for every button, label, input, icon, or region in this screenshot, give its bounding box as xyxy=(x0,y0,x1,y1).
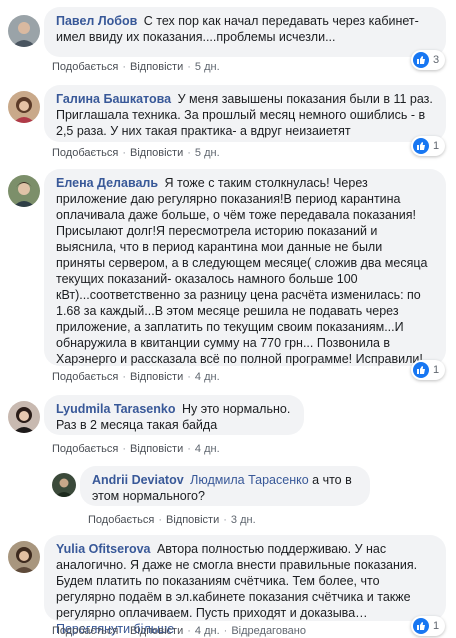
reply-link[interactable]: Відповісти xyxy=(130,147,183,159)
comment-bubble: Елена Делаваль Я тоже с таким столкнулас… xyxy=(44,169,446,366)
reaction-count[interactable]: 1 xyxy=(411,136,446,156)
reply-link[interactable]: Відповісти xyxy=(130,625,183,637)
comment-time[interactable]: 5 дн. xyxy=(195,61,220,73)
avatar[interactable] xyxy=(52,473,76,497)
like-icon xyxy=(413,138,429,154)
comment-bubble: Andrii Deviatov Людмила Тарасенко а что … xyxy=(80,466,370,506)
comment-actions: Подобається · Відповісти · 3 дн. xyxy=(88,514,256,526)
comment-author[interactable]: Andrii Deviatov xyxy=(92,473,184,487)
avatar[interactable] xyxy=(8,91,40,123)
like-link[interactable]: Подобається xyxy=(52,625,118,637)
comment-bubble: Lyudmila Tarasenko Ну это нормально. Раз… xyxy=(44,395,304,435)
like-icon xyxy=(413,618,429,634)
avatar[interactable] xyxy=(8,401,40,433)
comment-author[interactable]: Lyudmila Tarasenko xyxy=(56,402,175,416)
comment-time[interactable]: 4 дн. xyxy=(195,443,220,455)
reply-link[interactable]: Відповісти xyxy=(166,514,219,526)
comment-time[interactable]: 3 дн. xyxy=(231,514,256,526)
edited-label[interactable]: Відредаговано xyxy=(231,625,306,637)
avatar[interactable] xyxy=(8,175,40,207)
reply-link[interactable]: Відповісти xyxy=(130,61,183,73)
comment-author[interactable]: Елена Делаваль xyxy=(56,176,158,190)
mention-link[interactable]: Людмила Тарасенко xyxy=(190,473,309,487)
comment-actions: Подобається · Відповісти · 4 дн. · Відредагова… xyxy=(52,625,306,637)
like-link[interactable]: Подобається xyxy=(52,61,118,73)
comment-time[interactable]: 4 дн. xyxy=(195,625,220,637)
like-link[interactable]: Подобається xyxy=(88,514,154,526)
comment-text: Я тоже с таким столкнулась! Через прилож… xyxy=(56,176,428,366)
comment-author[interactable]: Павел Лобов xyxy=(56,14,137,28)
comment-time[interactable]: 4 дн. xyxy=(195,371,220,383)
comment-actions: Подобається · Відповісти · 5 дн. xyxy=(52,61,220,73)
like-icon xyxy=(413,362,429,378)
like-link[interactable]: Подобається xyxy=(52,371,118,383)
comment-bubble: Павел Лобов С тех пор как начал передава… xyxy=(44,7,446,57)
like-icon xyxy=(413,52,429,68)
comment-actions: Подобається · Відповісти · 5 дн. xyxy=(52,147,220,159)
comment-bubble: Галина Башкатова У меня завышены показан… xyxy=(44,85,446,142)
comment-author[interactable]: Yulia Ofitserova xyxy=(56,542,150,556)
comment-time[interactable]: 5 дн. xyxy=(195,147,220,159)
avatar[interactable] xyxy=(8,15,40,47)
comment-author[interactable]: Галина Башкатова xyxy=(56,92,171,106)
reply-link[interactable]: Відповісти xyxy=(130,443,183,455)
like-link[interactable]: Подобається xyxy=(52,443,118,455)
reaction-count[interactable]: 1 xyxy=(411,616,446,636)
comment-bubble: Yulia Ofitserova Автора полностью поддер… xyxy=(44,535,446,636)
reaction-count[interactable]: 1 xyxy=(411,360,446,380)
reply-link[interactable]: Відповісти xyxy=(130,371,183,383)
comment-actions: Подобається · Відповісти · 4 дн. xyxy=(52,371,220,383)
like-link[interactable]: Подобається xyxy=(52,147,118,159)
reaction-count[interactable]: 3 xyxy=(411,50,446,70)
avatar[interactable] xyxy=(8,541,40,573)
comment-actions: Подобається · Відповісти · 4 дн. xyxy=(52,443,220,455)
